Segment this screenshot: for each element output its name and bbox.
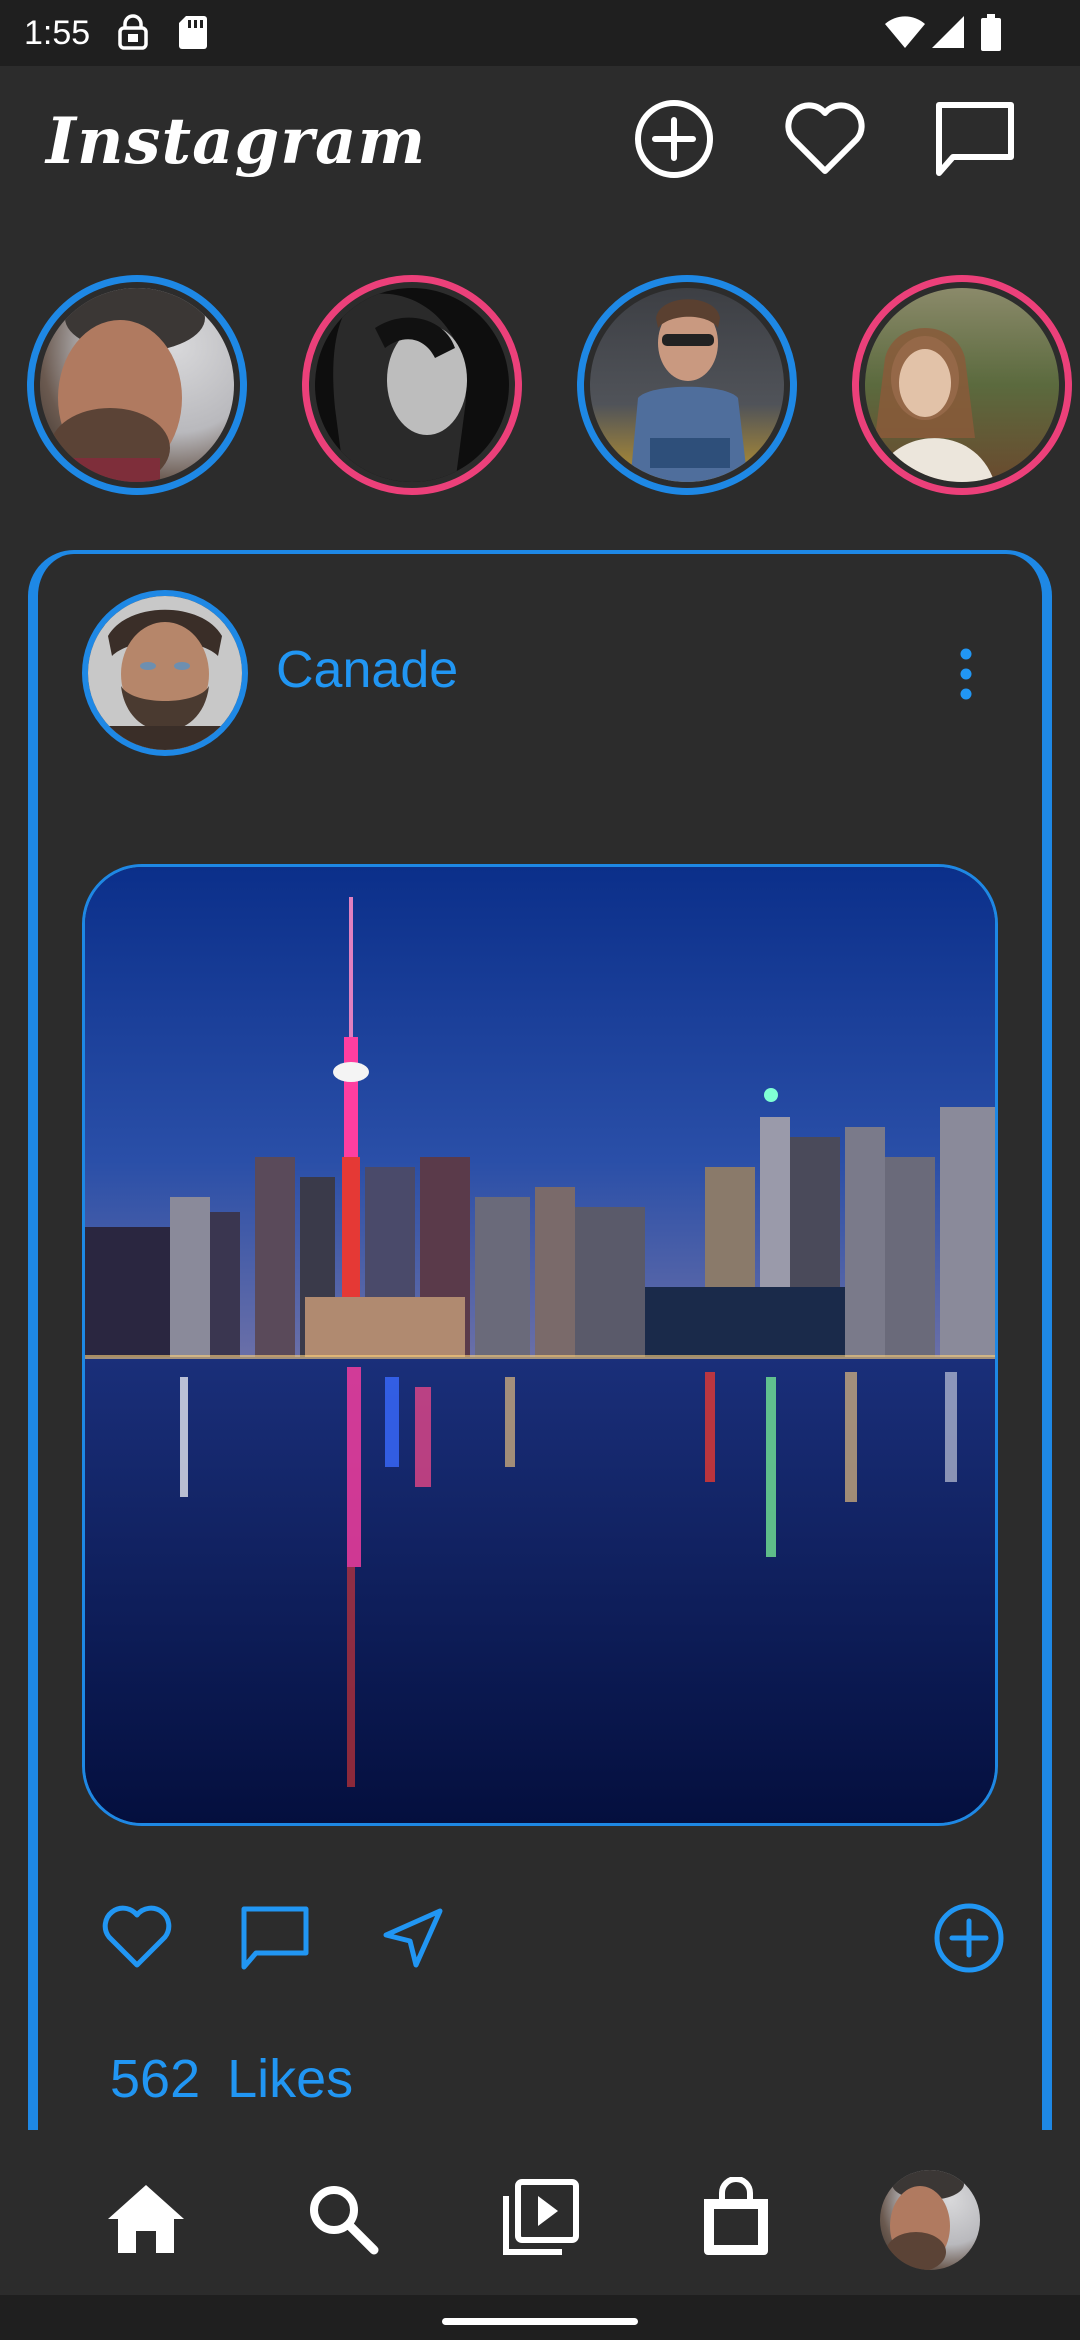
post-image[interactable]	[82, 864, 998, 1826]
post-more-button[interactable]	[946, 644, 986, 704]
signal-icon	[930, 14, 966, 55]
add-post-button[interactable]	[629, 96, 719, 186]
search-icon	[304, 2180, 380, 2261]
likes-number: 562	[110, 2049, 201, 2109]
heart-icon	[783, 101, 867, 182]
story-avatar	[315, 288, 509, 482]
messages-icon	[933, 99, 1017, 184]
like-icon	[100, 1905, 174, 1976]
home-icon	[104, 2181, 188, 2260]
wifi-icon	[884, 14, 926, 55]
profile-avatar	[880, 2170, 980, 2270]
nav-reels[interactable]	[490, 2170, 590, 2270]
nav-shop[interactable]	[686, 2170, 786, 2270]
shop-icon	[700, 2175, 772, 2264]
story-avatar	[590, 288, 784, 482]
post-author-name[interactable]: Canade	[276, 640, 458, 700]
more-vert-icon	[946, 648, 986, 708]
share-icon	[380, 1905, 446, 1976]
like-button[interactable]	[92, 1895, 182, 1985]
story-4[interactable]	[852, 275, 1072, 495]
story-avatar	[865, 288, 1059, 482]
gesture-handle[interactable]	[442, 2318, 638, 2325]
likes-label: Likes	[227, 2049, 354, 2109]
add-post-icon	[633, 98, 715, 185]
add-icon	[932, 1901, 1006, 1980]
story-2[interactable]	[302, 275, 522, 495]
status-time: 1:55	[24, 14, 91, 52]
story-3[interactable]	[577, 275, 797, 495]
activity-button[interactable]	[780, 96, 870, 186]
likes-count: 562 Likes	[110, 2048, 353, 2110]
reels-icon	[498, 2176, 582, 2265]
sd-card-icon	[178, 14, 208, 55]
nav-home[interactable]	[96, 2170, 196, 2270]
post-author-avatar[interactable]	[82, 590, 248, 756]
battery-icon	[980, 14, 1002, 57]
app-title: Instagram	[46, 104, 427, 179]
save-button[interactable]	[924, 1895, 1014, 1985]
share-button[interactable]	[368, 1895, 458, 1985]
story-avatar	[40, 288, 234, 482]
comment-button[interactable]	[230, 1895, 320, 1985]
story-1[interactable]	[27, 275, 247, 495]
status-bar: 1:55	[0, 0, 1080, 66]
comment-icon	[238, 1903, 312, 1978]
nav-profile[interactable]	[880, 2170, 980, 2270]
nav-search[interactable]	[292, 2170, 392, 2270]
messages-button[interactable]	[930, 96, 1020, 186]
sim-lock-icon	[116, 14, 150, 57]
